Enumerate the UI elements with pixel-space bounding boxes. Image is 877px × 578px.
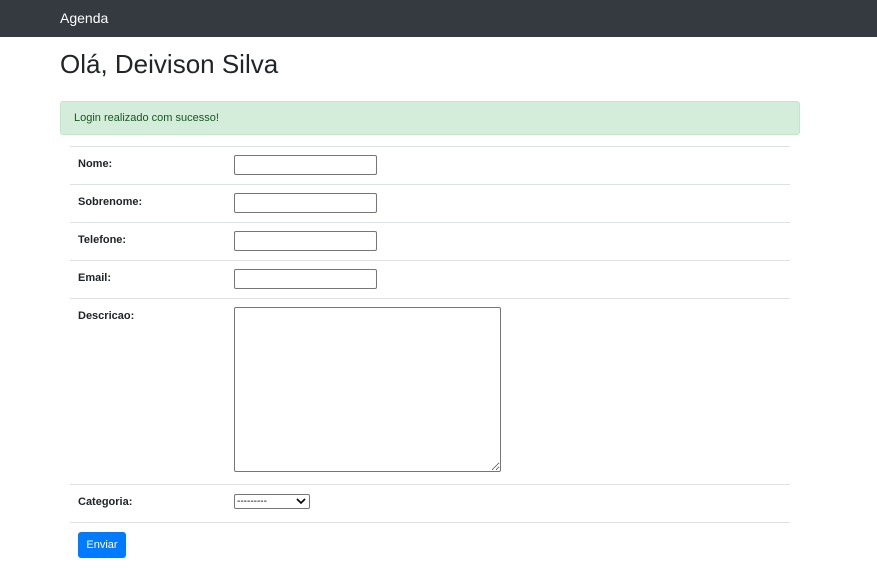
telefone-label: Telefone: xyxy=(78,234,127,246)
page-title: Olá, Deivison Silva xyxy=(60,49,279,79)
email-label: Email: xyxy=(78,272,112,284)
form-row-telefone: Telefone: xyxy=(70,223,790,261)
categoria-select[interactable]: --------- xyxy=(234,494,310,509)
contact-form-table: Nome: Sobrenome: Telefone: Email: Descri… xyxy=(70,146,790,523)
chevron-down-icon xyxy=(296,498,306,505)
telefone-input[interactable] xyxy=(234,231,377,251)
email-input[interactable] xyxy=(234,269,377,289)
top-navbar: Agenda xyxy=(0,0,877,37)
sobrenome-label: Sobrenome: xyxy=(78,196,143,208)
categoria-label: Categoria: xyxy=(78,496,133,508)
form-row-nome: Nome: xyxy=(70,147,790,185)
categoria-selected-value: --------- xyxy=(237,496,267,507)
nome-input[interactable] xyxy=(234,155,377,175)
sobrenome-input[interactable] xyxy=(234,193,377,213)
success-alert: Login realizado com sucesso! xyxy=(60,101,800,135)
descricao-label: Descricao: xyxy=(78,310,135,322)
form-row-sobrenome: Sobrenome: xyxy=(70,185,790,223)
descricao-textarea[interactable] xyxy=(234,307,501,472)
navbar-brand-link[interactable]: Agenda xyxy=(60,10,108,27)
form-row-email: Email: xyxy=(70,261,790,299)
nome-label: Nome: xyxy=(78,158,113,170)
form-row-categoria: Categoria: --------- xyxy=(70,485,790,523)
form-row-descricao: Descricao: xyxy=(70,299,790,485)
submit-button[interactable]: Enviar xyxy=(78,532,126,558)
